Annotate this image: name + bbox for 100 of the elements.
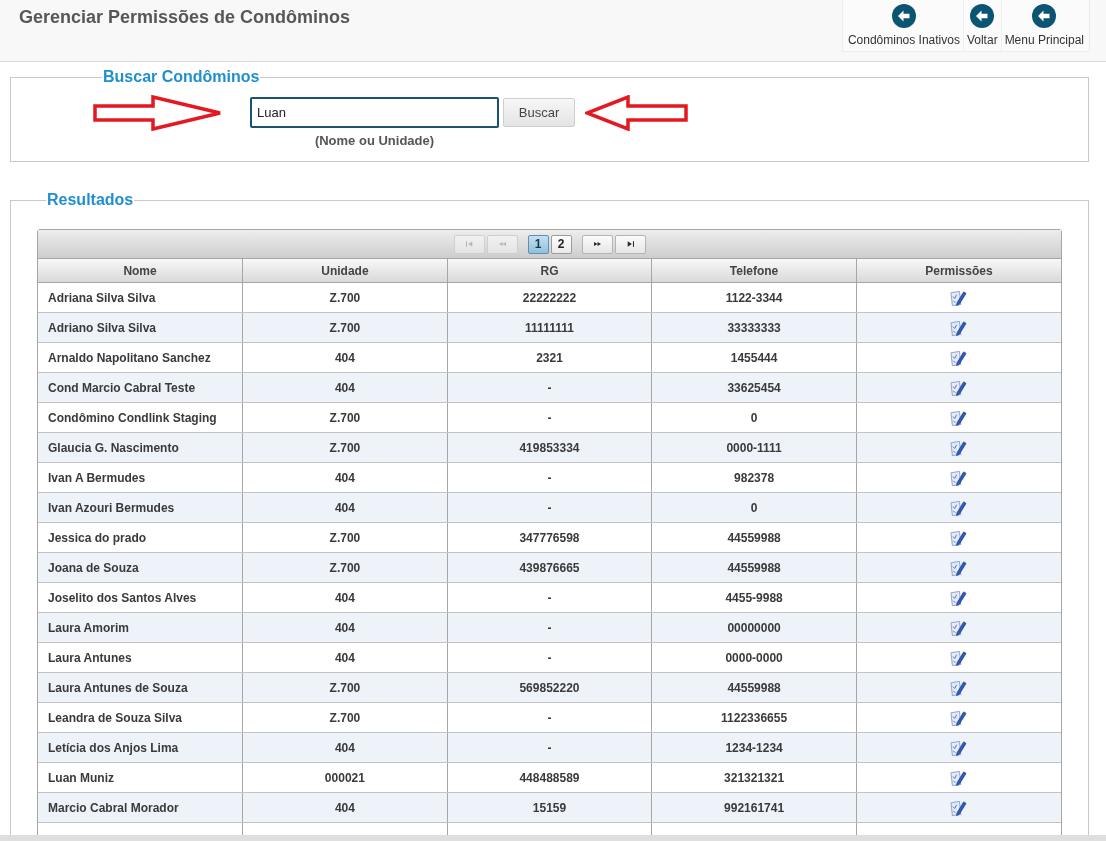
page-title: Gerenciar Permissões de Condôminos — [18, 6, 351, 28]
table-cell: Laura Antunes de Souza — [48, 680, 188, 695]
scrollbar[interactable] — [0, 835, 1106, 841]
table-cell: 1122336655 — [721, 710, 788, 725]
edit-icon[interactable] — [950, 679, 968, 696]
table-cell: 44559988 — [727, 530, 781, 545]
edit-icon[interactable] — [950, 439, 968, 456]
edit-icon[interactable] — [950, 379, 968, 396]
edit-icon[interactable] — [950, 289, 968, 306]
table-cell: Z.700 — [329, 680, 361, 695]
first-page-icon — [465, 241, 473, 247]
edit-icon[interactable] — [950, 709, 968, 726]
edit-icon[interactable] — [950, 499, 968, 516]
section-legend: Resultados — [46, 191, 135, 209]
table-cell: 0000-0000 — [725, 650, 783, 665]
outline-arrow-icon — [93, 95, 223, 131]
edit-icon[interactable] — [950, 739, 968, 756]
table-cell: - — [547, 470, 552, 485]
column-header[interactable]: Permissões — [856, 259, 1061, 283]
edit-icon[interactable] — [950, 589, 968, 606]
table-cell: 569852220 — [519, 680, 580, 695]
table-cell: - — [547, 500, 552, 515]
pager-button[interactable] — [581, 234, 613, 254]
table-cell: 15159 — [532, 800, 567, 815]
table-cell: 404 — [334, 740, 355, 755]
table-cell: - — [547, 710, 552, 725]
table-cell: 404 — [334, 800, 355, 815]
table-cell: 404 — [334, 350, 355, 365]
table-cell: 00000000 — [727, 620, 781, 635]
search-field[interactable]: Luan — [250, 97, 499, 128]
table-cell: - — [547, 650, 552, 665]
table-cell: 404 — [334, 650, 355, 665]
table-cell: 404 — [334, 590, 355, 605]
edit-icon[interactable] — [950, 409, 968, 426]
table-cell: Adriano Silva Silva — [48, 320, 157, 335]
table-cell: 33625454 — [727, 380, 781, 395]
edit-icon[interactable] — [950, 469, 968, 486]
last-page-icon — [626, 241, 634, 247]
table-cell: Z.700 — [329, 560, 361, 575]
table-cell: Adriana Silva Silva — [48, 290, 156, 305]
table-cell: 992161741 — [724, 800, 785, 815]
pager-button[interactable] — [614, 234, 646, 254]
table-cell: 982378 — [734, 470, 775, 485]
toolbar-button[interactable]: Condôminos Inativos — [844, 0, 963, 51]
table-cell: Letícia dos Anjos Lima — [48, 740, 179, 755]
column-header[interactable]: Unidade — [242, 259, 448, 283]
table-cell: Joana de Souza — [48, 560, 139, 575]
table-cell: Z.700 — [329, 440, 361, 455]
page-button[interactable]: 1 — [527, 234, 549, 254]
column-header[interactable]: Nome — [38, 259, 243, 283]
table-cell: 404 — [334, 470, 355, 485]
table-cell: Condômino Condlink Staging — [48, 410, 217, 425]
search-button[interactable]: Buscar — [503, 98, 575, 127]
arrow-left-icon — [1032, 4, 1057, 28]
toolbar-button[interactable]: Voltar — [962, 0, 1001, 51]
table-cell: 2321 — [536, 350, 563, 365]
column-header[interactable]: Telefone — [651, 259, 857, 283]
table-cell: Laura Antunes — [48, 650, 132, 665]
edit-icon[interactable] — [950, 619, 968, 636]
table-cell: 33333333 — [727, 320, 781, 335]
table-cell: 404 — [334, 500, 355, 515]
edit-icon[interactable] — [950, 769, 968, 786]
table-cell: Leandra de Souza Silva — [48, 710, 183, 725]
table-cell: 1234-1234 — [725, 740, 783, 755]
toolbar-button[interactable]: Menu Principal — [1000, 0, 1087, 51]
table-cell: 11111111 — [525, 320, 574, 335]
table-cell: 22222222 — [522, 290, 577, 305]
edit-icon[interactable] — [950, 319, 968, 336]
table-cell: - — [547, 590, 552, 605]
table-cell: 321321321 — [724, 770, 785, 785]
table-cell: Z.700 — [329, 320, 361, 335]
table-cell: Ivan A Bermudes — [48, 470, 146, 485]
table-cell: Jessica do prado — [48, 530, 147, 545]
edit-icon[interactable] — [950, 529, 968, 546]
table-cell: - — [547, 740, 552, 755]
table-cell: 347776598 — [519, 530, 580, 545]
edit-icon[interactable] — [950, 799, 968, 816]
table-cell: Luan Muniz — [48, 770, 114, 785]
search-hint: (Nome ou Unidade) — [314, 133, 435, 148]
table-cell: 1122-3344 — [725, 290, 783, 305]
table-cell: - — [547, 620, 552, 635]
edit-icon[interactable] — [950, 559, 968, 576]
edit-icon[interactable] — [950, 649, 968, 666]
table-cell: 404 — [334, 380, 355, 395]
table-cell: - — [547, 410, 552, 425]
table-cell: 439876665 — [519, 560, 580, 575]
next-page-icon — [593, 241, 601, 247]
table-cell: Arnaldo Napolitano Sanchez — [48, 350, 211, 365]
table-cell: Z.700 — [329, 530, 361, 545]
table-cell: 404 — [334, 620, 355, 635]
edit-icon[interactable] — [950, 349, 968, 366]
column-header[interactable]: RG — [447, 259, 652, 283]
table-cell: 44559988 — [727, 560, 781, 575]
arrow-left-icon — [891, 4, 916, 28]
table-cell: 419853334 — [519, 440, 580, 455]
table-cell: 0000-1111 — [726, 440, 782, 455]
table-cell: 0 — [750, 500, 758, 515]
outline-arrow-icon — [585, 95, 688, 131]
page-button[interactable]: 2 — [550, 234, 572, 254]
table-cell: Ivan Azouri Bermudes — [48, 500, 175, 515]
